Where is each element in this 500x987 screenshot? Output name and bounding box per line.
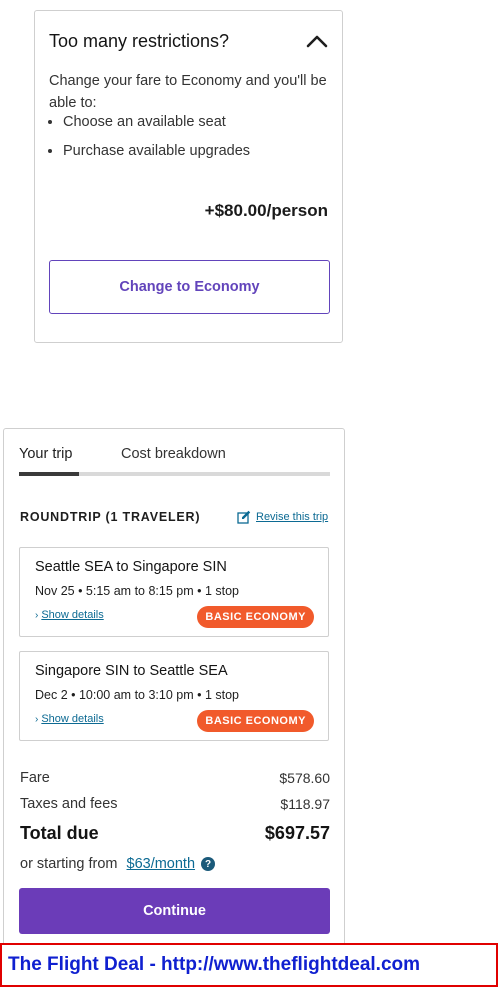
- segment-time: Dec 2 • 10:00 am to 3:10 pm • 1 stop: [35, 688, 240, 702]
- trip-type-heading: ROUNDTRIP (1 TRAVELER): [20, 510, 201, 524]
- tab-your-trip[interactable]: Your trip: [19, 446, 72, 462]
- active-tab-indicator: [19, 472, 79, 476]
- total-value: $697.57: [264, 823, 330, 843]
- restrictions-description: Change your fare to Economy and you'll b…: [49, 73, 327, 111]
- continue-button[interactable]: Continue: [19, 888, 330, 934]
- tab-cost-breakdown[interactable]: Cost breakdown: [121, 446, 226, 462]
- segment-time: Nov 25 • 5:15 am to 8:15 pm • 1 stop: [35, 584, 240, 598]
- total-label: Total due: [20, 823, 99, 843]
- watermark-banner: The Flight Deal - http://www.theflightde…: [0, 943, 498, 987]
- edit-icon: [237, 510, 251, 524]
- help-icon[interactable]: ?: [201, 857, 216, 871]
- upgrade-price: +$80.00/person: [204, 201, 328, 220]
- restrictions-title: Too many restrictions?: [49, 31, 230, 51]
- starting-label: or starting from: [20, 856, 118, 872]
- fare-row: Fare $578.60: [20, 770, 330, 786]
- restrictions-benefits-list: Choose an available seat Purchase availa…: [49, 112, 333, 170]
- banner-text: The Flight Deal - http://www.theflightde…: [8, 954, 421, 975]
- chevron-right-icon: ›: [35, 714, 39, 725]
- show-details-link[interactable]: › Show details: [35, 713, 104, 725]
- fare-class-badge: BASIC ECONOMY: [197, 710, 314, 732]
- restrictions-card: Too many restrictions? Change your fare …: [34, 10, 343, 343]
- taxes-value: $118.97: [280, 796, 330, 812]
- flight-segment-outbound: Seattle SEA to Singapore SIN Nov 25 • 5:…: [19, 547, 329, 637]
- fare-value: $578.60: [279, 770, 330, 786]
- total-row: Total due $697.57: [20, 823, 330, 844]
- benefit-item: Purchase available upgrades: [63, 141, 333, 162]
- segment-route: Singapore SIN to Seattle SEA: [35, 663, 228, 679]
- revise-trip-link[interactable]: Revise this trip: [237, 510, 328, 524]
- segment-route: Seattle SEA to Singapore SIN: [35, 559, 227, 575]
- fare-class-badge: BASIC ECONOMY: [197, 606, 314, 628]
- financing-line: or starting from $63/month ?: [20, 856, 216, 872]
- show-details-link[interactable]: › Show details: [35, 609, 104, 621]
- revise-trip-label: Revise this trip: [256, 511, 329, 523]
- fare-label: Fare: [20, 770, 50, 786]
- chevron-right-icon: ›: [35, 610, 39, 621]
- benefit-item: Choose an available seat: [63, 112, 333, 133]
- trip-tabs: Your trip Cost breakdown: [19, 446, 330, 476]
- taxes-label: Taxes and fees: [20, 796, 118, 812]
- flight-segment-return: Singapore SIN to Seattle SEA Dec 2 • 10:…: [19, 651, 329, 741]
- monthly-price-link[interactable]: $63/month: [127, 856, 196, 872]
- trip-summary-card: Your trip Cost breakdown ROUNDTRIP (1 TR…: [3, 428, 345, 948]
- change-to-economy-button[interactable]: Change to Economy: [49, 260, 330, 314]
- taxes-row: Taxes and fees $118.97: [20, 796, 330, 812]
- chevron-up-icon[interactable]: [306, 33, 328, 49]
